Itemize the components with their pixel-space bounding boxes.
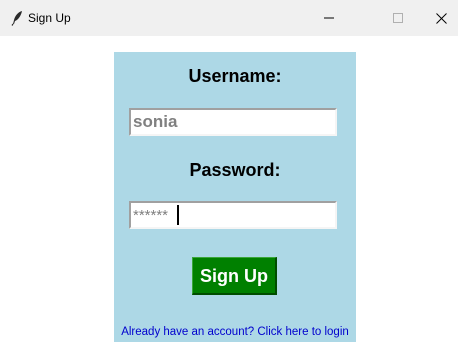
signup-form-panel: Username: Password: Sign Up Already have… <box>114 52 356 342</box>
maximize-button[interactable] <box>375 0 421 36</box>
minimize-button[interactable] <box>306 0 352 36</box>
close-icon <box>435 12 447 24</box>
title-bar: Sign Up <box>0 0 458 36</box>
close-button[interactable] <box>418 0 458 36</box>
text-cursor <box>177 205 179 225</box>
username-input[interactable] <box>129 108 337 136</box>
sign-up-button[interactable]: Sign Up <box>192 257 277 295</box>
feather-icon <box>11 11 22 26</box>
window-title: Sign Up <box>28 11 71 25</box>
login-link[interactable]: Already have an account? Click here to l… <box>114 325 356 339</box>
password-input[interactable] <box>129 201 337 229</box>
maximize-icon <box>393 13 403 23</box>
password-label: Password: <box>189 160 281 180</box>
username-label: Username: <box>188 66 282 86</box>
minimize-icon <box>324 17 334 19</box>
